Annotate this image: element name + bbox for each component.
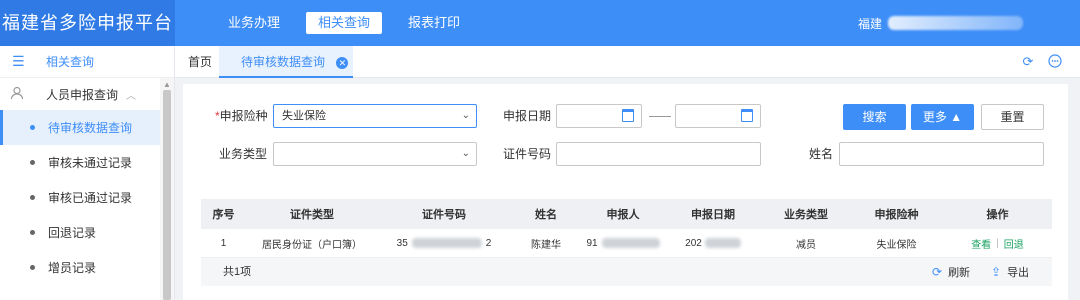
user-info[interactable]: 福建 <box>858 0 1024 46</box>
table-footer: 共1项 ⟳ 刷新 ⇪ 导出 <box>201 258 1052 286</box>
sidebar-group-person-query[interactable]: 人员申报查询 ︿ <box>0 78 174 110</box>
col-header[interactable]: 申报人 <box>582 199 664 229</box>
bullet-icon <box>30 230 35 235</box>
col-header[interactable]: 业务类型 <box>762 199 850 229</box>
chevron-up-icon: ︿ <box>126 90 137 102</box>
scroll-up-icon[interactable]: ▲ <box>163 80 171 89</box>
sidebar-item-label: 审核未通过记录 <box>48 156 133 170</box>
cell-date: 202 <box>664 229 762 257</box>
more-button[interactable]: 更多 ▲ <box>911 104 974 130</box>
cell-actions: 查看 | 回退 <box>943 229 1052 257</box>
col-header[interactable]: 证件号码 <box>378 199 510 229</box>
reset-button[interactable]: 重置 <box>981 104 1044 130</box>
total-count: 共1项 <box>223 266 252 278</box>
chevron-down-icon: ⌄ <box>461 148 470 159</box>
cell-cert-type: 居民身份证（户口簿） <box>262 239 362 251</box>
cell-declarant: 91 <box>582 229 664 257</box>
calendar-icon[interactable] <box>622 109 634 122</box>
refresh-button[interactable]: ⟳ 刷新 <box>932 258 970 287</box>
tab-label: 待审核数据查询 <box>241 55 326 69</box>
view-link[interactable]: 查看 <box>971 236 991 251</box>
col-header[interactable]: 操作 <box>943 199 1052 229</box>
sidebar: ☰ 相关查询 人员申报查询 ︿ 待审核数据查询 审核未通过记录 审核已通过记录 … <box>0 46 175 300</box>
date-range-separator <box>649 116 671 117</box>
top-bar: 福建省多险申报平台 业务办理 相关查询 报表打印 福建 <box>0 0 1080 46</box>
export-button[interactable]: ⇪ 导出 <box>991 258 1029 287</box>
refresh-icon: ⟳ <box>932 265 943 279</box>
redacted-value <box>601 238 660 248</box>
cell-name: 陈建华 <box>531 239 561 251</box>
redacted-user-name <box>888 16 1024 30</box>
col-header[interactable]: 姓名 <box>510 199 582 229</box>
bullet-icon <box>30 265 35 270</box>
nav-report-print[interactable]: 报表打印 <box>396 12 472 34</box>
table-row[interactable]: 1 居民身份证（户口簿） 35 2 陈建华 91 202 减员 失业保险 查看 … <box>201 229 1052 258</box>
cell-business-type: 减员 <box>796 239 816 251</box>
main-content: *申报险种 失业保险 ⌄ 申报日期 搜索 更多 ▲ 重置 业务类型 ⌄ 证件号码… <box>183 84 1068 300</box>
chevron-down-icon: ⌄ <box>461 110 470 121</box>
return-link[interactable]: 回退 <box>1004 236 1024 251</box>
business-type-label: 业务类型 <box>219 147 268 161</box>
sidebar-group-label: 人员申报查询 <box>46 87 119 102</box>
redacted-value <box>704 238 741 248</box>
user-name-prefix: 福建 <box>858 16 883 31</box>
start-date-input[interactable] <box>556 104 642 128</box>
cell-index: 1 <box>220 237 227 249</box>
app-title: 福建省多险申报平台 <box>0 0 175 46</box>
cell-cert-no: 35 2 <box>396 237 492 249</box>
upload-icon: ⇪ <box>991 265 1002 279</box>
cell-insurance: 失业保险 <box>876 239 917 251</box>
bullet-icon <box>30 195 35 200</box>
date-label: 申报日期 <box>503 109 552 123</box>
col-header[interactable]: 序号 <box>201 199 246 229</box>
sidebar-scrollbar[interactable]: ▲ <box>160 78 174 300</box>
calendar-icon[interactable] <box>741 109 753 122</box>
sidebar-item-return-records[interactable]: 回退记录 <box>0 215 174 250</box>
redacted-value <box>411 238 482 248</box>
refresh-icon[interactable]: ⟳ <box>1020 54 1036 70</box>
bullet-icon <box>30 125 35 130</box>
results-table: 序号 证件类型 证件号码 姓名 申报人 申报日期 业务类型 申报险种 操作 1 … <box>201 199 1052 286</box>
table-header: 序号 证件类型 证件号码 姓名 申报人 申报日期 业务类型 申报险种 操作 <box>201 199 1052 229</box>
tab-home[interactable]: 首页 <box>188 46 212 78</box>
name-label: 姓名 <box>809 147 834 161</box>
scrollbar-thumb[interactable] <box>163 90 171 300</box>
col-header[interactable]: 证件类型 <box>246 199 378 229</box>
search-button[interactable]: 搜索 <box>843 104 906 130</box>
bullet-icon <box>30 160 35 165</box>
business-type-select[interactable]: ⌄ <box>273 142 477 166</box>
sidebar-item-add-staff-records[interactable]: 增员记录 <box>0 250 174 285</box>
sidebar-item-label: 增员记录 <box>48 261 97 275</box>
nav-query[interactable]: 相关查询 <box>306 12 383 34</box>
tab-pending-review[interactable]: 待审核数据查询 ✕ <box>219 46 353 78</box>
cert-no-input[interactable] <box>556 142 761 166</box>
list-icon: ☰ <box>12 53 25 69</box>
sidebar-item-review-failed[interactable]: 审核未通过记录 <box>0 145 174 180</box>
end-date-input[interactable] <box>675 104 761 128</box>
person-icon <box>10 86 26 103</box>
more-options-icon[interactable] <box>1047 54 1063 70</box>
sidebar-item-review-passed[interactable]: 审核已通过记录 <box>0 180 174 215</box>
col-header[interactable]: 申报险种 <box>850 199 943 229</box>
sidebar-item-pending-review[interactable]: 待审核数据查询 <box>0 110 174 145</box>
close-icon[interactable]: ✕ <box>336 56 349 69</box>
cert-no-label: 证件号码 <box>503 147 552 161</box>
sidebar-header[interactable]: ☰ 相关查询 <box>0 46 174 78</box>
top-nav: 业务办理 相关查询 报表打印 <box>216 0 472 46</box>
insurance-type-label: *申报险种 <box>215 109 268 123</box>
sidebar-item-label: 审核已通过记录 <box>48 191 133 205</box>
name-input[interactable] <box>839 142 1044 166</box>
nav-business[interactable]: 业务办理 <box>216 12 292 34</box>
insurance-type-select[interactable]: 失业保险 ⌄ <box>273 104 477 128</box>
action-separator: | <box>996 237 999 249</box>
sidebar-header-label: 相关查询 <box>46 55 95 69</box>
sidebar-item-label: 待审核数据查询 <box>48 121 133 135</box>
sidebar-item-label: 回退记录 <box>48 226 97 240</box>
col-header[interactable]: 申报日期 <box>664 199 762 229</box>
tab-bar: 首页 待审核数据查询 ✕ ⟳ <box>175 46 1080 78</box>
